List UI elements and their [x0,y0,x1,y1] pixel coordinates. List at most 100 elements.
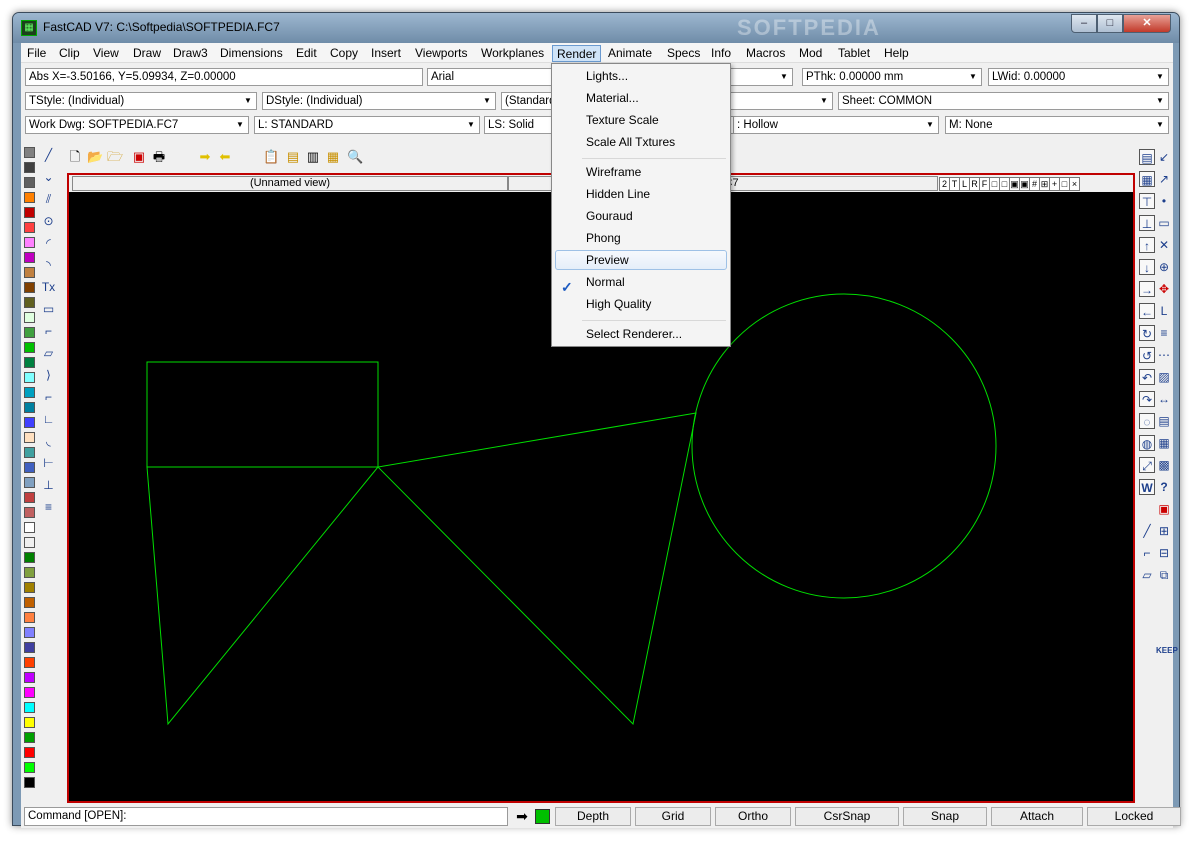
lwid-select[interactable]: LWid: 0.00000 ▼ [988,68,1169,86]
polygon-icon[interactable]: ▱ [40,345,57,362]
palette-icon[interactable]: ▦ [1139,171,1155,187]
list-icon[interactable]: ≡ [40,499,57,516]
color-swatch[interactable] [24,612,35,623]
render-menu-item[interactable]: Scale All Txtures [555,132,727,152]
fastcad-app-icon[interactable]: ▦ [21,20,37,36]
menu-info[interactable]: Info [707,45,735,62]
render-menu-item[interactable]: Normal [555,272,727,292]
color-swatch[interactable] [24,567,35,578]
move-icon[interactable]: ✥ [1156,281,1172,297]
render-menu-item[interactable]: Phong [555,228,727,248]
menu-copy[interactable]: Copy [326,45,362,62]
attach-button[interactable]: Attach [991,807,1083,826]
menu-dimensions[interactable]: Dimensions [216,45,287,62]
point-icon[interactable]: • [1156,193,1172,209]
fill-select[interactable]: : Hollow ▼ [733,116,939,134]
color-swatch[interactable] [24,462,35,473]
leader-icon[interactable]: ⊥ [40,477,57,494]
viewport-mode-button[interactable]: × [1069,177,1080,191]
command-arrow-icon[interactable]: ➡ [511,808,533,825]
curve-icon[interactable]: ⟩ [40,367,57,384]
color-swatch[interactable] [24,207,35,218]
pan-up-icon[interactable]: ↑ [1139,237,1155,253]
properties-icon[interactable]: ▣ [1156,501,1172,517]
color-swatch[interactable] [24,312,35,323]
curve-right-icon[interactable]: ↷ [1139,391,1155,407]
color-swatch[interactable] [24,732,35,743]
circle-icon[interactable]: ⊙ [40,213,57,230]
color-swatch[interactable] [24,342,35,353]
color-swatch[interactable] [24,417,35,428]
render-menu-item[interactable]: Lights... [555,66,727,86]
copy-icon[interactable]: ⧉ [1156,567,1172,583]
zoom-window-icon[interactable]: ⊕ [1156,259,1172,275]
color-swatch[interactable] [24,747,35,758]
chevron-down-icon[interactable]: ▼ [480,94,494,108]
menu-draw[interactable]: Draw [129,45,165,62]
color-swatch[interactable] [24,552,35,563]
grid-palette-icon[interactable]: ▦ [1156,435,1172,451]
circle-shape[interactable] [691,293,997,599]
arc2-icon[interactable]: ◝ [40,257,57,274]
snap-button[interactable]: Snap [903,807,987,826]
color-swatch[interactable] [24,357,35,368]
render-menu-item[interactable]: Gouraud [555,206,727,226]
chevron-down-icon[interactable]: ▼ [817,94,831,108]
render-menu-item[interactable]: High Quality [555,294,727,314]
color-swatch[interactable] [24,477,35,488]
view-bottom-icon[interactable]: ⊥ [1139,215,1155,231]
color-swatch[interactable] [24,267,35,278]
orbit-icon[interactable]: ◌ [1139,413,1155,429]
rect-icon[interactable]: ▭ [40,301,57,318]
color-swatch[interactable] [24,702,35,713]
menu-workplanes[interactable]: Workplanes [477,45,548,62]
tree-icon[interactable]: ⊟ [1156,545,1172,561]
chevron-down-icon[interactable]: ▼ [1153,118,1167,132]
zoom-extents-icon[interactable]: ⤢ [1139,457,1155,473]
color-swatch[interactable] [24,672,35,683]
color-swatch[interactable] [24,447,35,458]
current-color-swatch[interactable] [535,809,550,824]
chevron-down-icon[interactable]: ▼ [1153,94,1167,108]
open-file-icon[interactable]: 📂 [87,149,103,165]
tstyle-select[interactable]: TStyle: (Individual) ▼ [25,92,257,110]
arrow-right-icon[interactable]: ➡ [197,149,213,165]
chevron-down-icon[interactable]: ▼ [1153,70,1167,84]
menu-macros[interactable]: Macros [742,45,789,62]
rotate-ccw-icon[interactable]: ↺ [1139,347,1155,363]
lines-icon[interactable]: ≡ [1156,325,1172,341]
print-icon[interactable]: 🖶 [151,149,167,165]
rectangle-shape[interactable] [146,361,379,468]
arc-icon[interactable]: ◜ [40,235,57,252]
table-icon[interactable]: ⊞ [1156,523,1172,539]
render-menu-item[interactable]: Hidden Line [555,184,727,204]
dimension-icon[interactable]: ↔ [1156,391,1172,407]
angle-icon[interactable]: ∟ [40,411,57,428]
parallelogram-icon[interactable]: ▱ [1139,567,1155,583]
chevron-down-icon[interactable]: ▼ [464,118,478,132]
color-swatch[interactable] [24,192,35,203]
clipboard-icon[interactable]: 📋 [263,149,279,165]
dotted-lines-icon[interactable]: ⋯ [1156,347,1172,363]
color-swatch[interactable] [24,777,35,788]
rotate-icon[interactable]: ↻ [1139,325,1155,341]
open-folder-icon[interactable]: 🗁 [107,149,123,165]
color-swatch[interactable] [24,642,35,653]
menu-mod[interactable]: Mod [795,45,826,62]
w-icon[interactable]: W [1139,479,1155,495]
chevron-down-icon[interactable]: ▼ [233,118,247,132]
export-icon[interactable]: ▦ [325,149,341,165]
color-swatch[interactable] [24,537,35,548]
locked-button[interactable]: Locked [1087,807,1181,826]
menu-clip[interactable]: Clip [55,45,84,62]
color-swatch[interactable] [24,597,35,608]
color-swatch[interactable] [24,252,35,263]
color-swatch[interactable] [24,147,35,158]
pthk-select[interactable]: PThk: 0.00000 mm ▼ [802,68,982,86]
help-icon[interactable]: ? [1156,479,1172,495]
keep-icon[interactable]: KEEP [1156,643,1178,659]
color-swatch[interactable] [24,402,35,413]
color-swatch[interactable] [24,177,35,188]
menu-edit[interactable]: Edit [292,45,321,62]
chevron-down-icon[interactable]: ▼ [923,118,937,132]
